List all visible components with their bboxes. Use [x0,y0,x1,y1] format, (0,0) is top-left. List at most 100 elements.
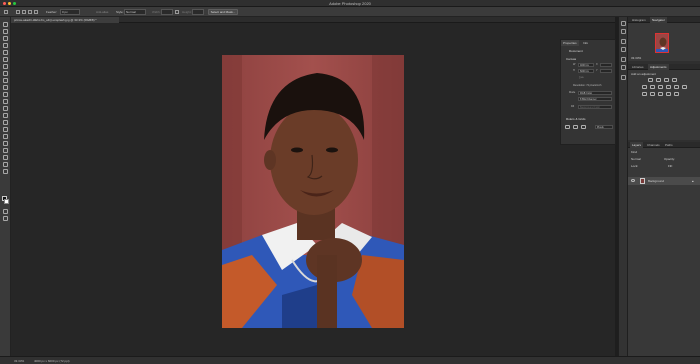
posterize-icon[interactable] [650,92,655,96]
adjustments-panel: Add an adjustment [628,70,700,140]
subtract-selection-icon[interactable] [28,10,32,14]
mode-select[interactable]: RGB Color [578,91,612,95]
eyedropper-icon[interactable] [3,64,8,69]
curves-icon[interactable] [664,78,669,82]
exposure-icon[interactable] [672,78,677,82]
gradient-tool-icon[interactable] [3,106,8,111]
rectangular-marquee-icon[interactable] [3,29,8,34]
clone-stamp-icon[interactable] [3,85,8,90]
feather-input[interactable]: 0 px [60,9,80,15]
quick-selection-icon[interactable] [3,43,8,48]
opacity-label[interactable]: Opacity: [664,157,675,161]
fill-label: Fill [571,105,575,108]
marquee-tool-preset-icon[interactable] [4,10,8,14]
layer-name[interactable]: Background [648,179,664,183]
navigator-zoom[interactable]: 33.33% [631,56,641,60]
invert-icon[interactable] [642,92,647,96]
layer-row-background[interactable]: Background 🔒︎ [628,177,700,185]
character-icon[interactable] [621,57,626,62]
canvas-width-field[interactable]: 4000 px [578,63,594,67]
fill-select[interactable]: Background Color [578,105,612,109]
lock-label: Lock: [631,164,639,168]
add-to-selection-icon[interactable] [22,10,26,14]
status-doc-size[interactable]: 4000 px x 6000 px (72 ppi) [34,359,70,363]
brush-tool-icon[interactable] [3,78,8,83]
x-field[interactable] [600,63,612,67]
units-select[interactable]: Pixels [595,125,613,129]
channel-mixer-icon[interactable] [682,85,687,89]
properties-panel: Properties Info Document Canvas W 4000 p… [560,39,616,145]
status-zoom[interactable]: 33.33% [14,359,24,363]
guides-icon[interactable] [581,125,586,129]
navigator-thumbnail[interactable] [655,33,669,53]
canvas-section-header[interactable]: Canvas [566,57,576,61]
lock-icon[interactable]: 🔒︎ [692,179,694,183]
spot-healing-icon[interactable] [3,71,8,76]
tab-properties[interactable]: Properties [561,40,579,46]
visibility-eye-icon[interactable] [631,179,635,182]
hue-saturation-icon[interactable] [650,85,655,89]
frame-tool-icon[interactable] [3,57,8,62]
threshold-icon[interactable] [658,92,663,96]
tab-info[interactable]: Info [581,40,590,46]
style-select[interactable]: Normal [124,9,146,15]
x-label: X [596,63,598,66]
new-selection-icon[interactable] [16,10,20,14]
history-icon[interactable] [621,21,626,26]
quick-mask-icon[interactable] [3,209,8,214]
photo-filter-icon[interactable] [674,85,679,89]
brush-settings-icon[interactable] [621,39,626,44]
play-actions-icon[interactable] [621,29,626,34]
grid-icon[interactable] [573,125,578,129]
color-balance-icon[interactable] [658,85,663,89]
feather-label: Feather: [46,10,58,14]
intersect-selection-icon[interactable] [34,10,38,14]
lasso-tool-icon[interactable] [3,36,8,41]
pen-tool-icon[interactable] [3,127,8,132]
canvas-height-field[interactable]: 6000 px [578,69,594,73]
blend-mode-select[interactable]: Normal [631,157,641,161]
width-input[interactable] [161,9,173,15]
dodge-tool-icon[interactable] [3,120,8,125]
history-brush-icon[interactable] [3,92,8,97]
fill-opacity-label[interactable]: Fill: [668,164,673,168]
hand-tool-icon[interactable] [3,155,8,160]
height-input[interactable] [192,9,204,15]
zoom-tool-icon[interactable] [3,162,8,167]
layer-thumbnail [640,178,645,184]
brightness-contrast-icon[interactable] [648,78,653,82]
path-selection-icon[interactable] [3,141,8,146]
levels-icon[interactable] [656,78,661,82]
ruler-icon[interactable] [565,125,570,129]
layer-filter-kind[interactable]: Kind [631,150,637,154]
screen-mode-icon[interactable] [3,216,8,221]
move-tool-icon[interactable] [3,22,8,27]
vibrance-icon[interactable] [642,85,647,89]
glyphs-icon[interactable] [621,75,626,80]
portrait-image [222,55,404,328]
type-tool-icon[interactable] [3,134,8,139]
select-and-mask-button[interactable]: Select and Mask... [208,9,238,15]
height-field-label: H [573,69,575,72]
edit-toolbar-icon[interactable] [3,169,8,174]
blur-tool-icon[interactable] [3,113,8,118]
swap-dimensions-icon[interactable] [175,10,179,14]
eraser-icon[interactable] [3,99,8,104]
bit-depth-select[interactable]: 8 Bits/Channel [578,97,612,101]
orientation-icon[interactable]: ▯ ▭ [579,76,583,79]
anti-alias-label[interactable]: Anti-alias [96,10,108,14]
black-white-icon[interactable] [666,85,671,89]
width-field-label: W [573,63,576,66]
swatches-icon[interactable] [621,47,626,52]
gradient-map-icon[interactable] [666,92,671,96]
rulers-grids-header[interactable]: Rulers & Grids [566,117,586,121]
crop-tool-icon[interactable] [3,50,8,55]
y-field[interactable] [600,69,612,73]
feather-value: 0 px [62,10,68,14]
selective-color-icon[interactable] [674,92,679,96]
rectangle-tool-icon[interactable] [3,148,8,153]
background-color-swatch[interactable] [4,199,9,204]
adjustments-hint: Add an adjustment [631,72,657,76]
portrait-photo[interactable] [222,55,404,328]
paragraph-icon[interactable] [621,65,626,70]
